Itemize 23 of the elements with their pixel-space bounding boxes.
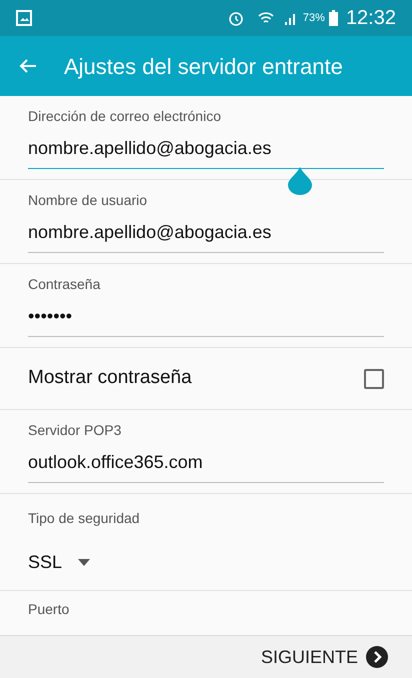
alarm-icon (226, 9, 245, 27)
dropdown-caret-icon (78, 559, 90, 566)
security-dropdown[interactable]: SSL (28, 549, 90, 576)
field-label: Contraseña (28, 275, 102, 294)
chevron-circle-icon (366, 646, 388, 668)
field-label: Puerto (28, 600, 70, 619)
image-notification-icon (16, 10, 32, 26)
next-button[interactable]: SIGUIENTE (260, 644, 388, 670)
input-field[interactable]: nombre.apellido@abogacia.es (28, 135, 384, 169)
battery-icon (328, 10, 338, 26)
field-label: Servidor POP3 (28, 421, 122, 440)
checkbox-label: Mostrar contraseña (28, 366, 192, 390)
input-field[interactable]: outlook.office365.com (28, 449, 384, 483)
password-field[interactable]: ••••••• (28, 303, 384, 337)
checkbox[interactable] (364, 368, 384, 388)
field-label: Dirección de correo electrónico (28, 107, 222, 126)
text-cursor-handle[interactable] (288, 167, 312, 195)
field-label: Tipo de seguridad (28, 509, 141, 528)
input-field[interactable]: nombre.apellido@abogacia.es (28, 219, 384, 253)
screen-title: Ajustes del servidor entrante (64, 52, 343, 81)
battery-percent: 73% (302, 10, 325, 26)
field-label: Nombre de usuario (28, 191, 148, 210)
clock-time: 12:32 (346, 6, 396, 31)
